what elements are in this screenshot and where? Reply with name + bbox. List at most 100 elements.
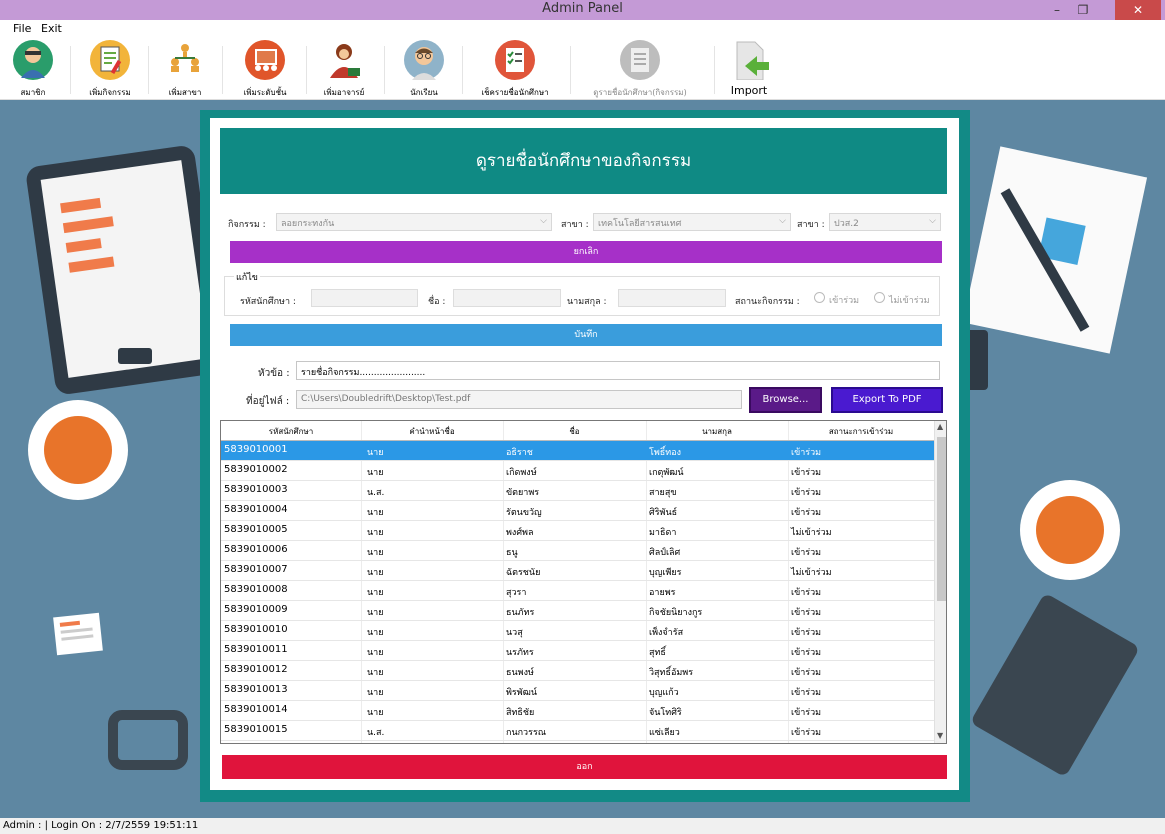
column-header-last-name[interactable]: นามสกุล [646,425,788,438]
branch-label: สาขา : [561,220,589,230]
cell-first-name: ธนพงษ์ [506,668,534,678]
student-id-label: รหัสนักศึกษา : [240,297,296,307]
table-scrollbar[interactable]: ▲ ▼ [934,421,946,743]
first-name-field[interactable] [453,289,561,307]
toolbar-label: ดูรายชื่อนักศึกษา(กิจกรรม) [593,88,687,97]
toolbar-separator [148,46,149,94]
table-row[interactable]: 5839010002 นาย เกิดพงษ์ เกตุพัฒน์ เข้าร่วม [221,461,934,481]
cell-prefix: น.ส. [367,728,385,738]
cell-last-name: อายพร [649,588,676,598]
activity-select[interactable]: ลอยกระทงกัน ⌵ [276,213,552,231]
radio-join[interactable] [814,292,825,303]
cell-last-name: เพ็งจำรัส [649,628,684,638]
cell-status: เข้าร่วม [791,448,822,458]
column-header-student-id[interactable]: รหัสนักศึกษา [221,425,361,438]
toolbar-add-activity-button[interactable]: เพิ่มกิจกรรม [82,40,138,98]
toolbar-label: เช็ครายชื่อนักศึกษา [481,88,549,97]
cell-first-name: อธิราช [506,448,533,458]
save-button[interactable]: บันทึก [230,324,942,346]
export-pdf-button[interactable]: Export To PDF [831,387,943,413]
cell-status: เข้าร่วม [791,588,822,598]
level-select[interactable]: ปวส.2 ⌵ [829,213,941,231]
cell-first-name: เกิดพงษ์ [506,468,537,478]
topic-input[interactable]: รายชื่อกิจกรรม....................... [296,361,940,380]
cell-student-id: 5839010006 [224,544,288,555]
toolbar-label: เพิ่มอาจารย์ [323,88,365,97]
toolbar-add-branch-button[interactable]: เพิ่มสาขา [160,40,210,98]
cell-prefix: นาย [367,468,384,478]
cell-last-name: มาธิดา [649,528,677,538]
cell-last-name: เกตุพัฒน์ [649,468,684,478]
last-name-field[interactable] [618,289,726,307]
cell-student-id: 5839010007 [224,564,288,575]
toolbar-check-names-button[interactable]: เช็ครายชื่อนักศึกษา [470,40,560,98]
note-decoration [53,612,103,656]
maximize-button[interactable]: ❐ [1070,0,1096,20]
cell-status: เข้าร่วม [791,708,822,718]
eraser-decoration [118,348,152,364]
browse-button[interactable]: Browse... [749,387,822,413]
cell-first-name: ขัตยาพร [506,488,540,498]
scroll-up-icon[interactable]: ▲ [937,422,943,431]
cell-prefix: น.ส. [367,488,385,498]
cell-status: เข้าร่วม [791,648,822,658]
table-row[interactable]: 5839010007 นาย ฉัตรชนัย บุญเพียร ไม่เข้าร่วม [221,561,934,581]
table-row[interactable]: 5839010013 นาย พิรพัฒน์ บุญแก้ว เข้าร่วม [221,681,934,701]
toolbar-label: เพิ่มกิจกรรม [89,88,131,97]
toolbar-add-teacher-button[interactable]: เพิ่มอาจารย์ [316,40,372,98]
table-row[interactable]: 5839010014 นาย สิทธิชัย จันโทศิริ เข้าร่วม [221,701,934,721]
cell-last-name: ศิริพันธ์ [649,508,678,518]
cell-status: เข้าร่วม [791,728,822,738]
cell-student-id: 5839010015 [224,724,288,735]
cell-prefix: นาย [367,668,384,678]
table-row[interactable]: 5839010011 นาย นรภัทร สุทธิ์ เข้าร่วม [221,641,934,661]
view-names-icon [620,40,660,80]
notebook-decoration [969,592,1141,778]
students-table[interactable]: รหัสนักศึกษา คำนำหน้าชื่อ ชื่อ นามสกุล ส… [220,420,947,744]
toolbar-add-level-button[interactable]: เพิ่มระดับชั้น [238,40,292,98]
exit-button[interactable]: ออก [222,755,947,779]
table-row[interactable]: 5839010006 นาย ธนู ศิลป์เลิศ เข้าร่วม [221,541,934,561]
branch-select[interactable]: เทคโนโลยีสารสนเทศ ⌵ [593,213,791,231]
status-bar: Admin : | Login On : 2/7/2559 19:51:11 [0,818,1165,834]
cell-status: ไม่เข้าร่วม [791,568,832,578]
menu-exit[interactable]: Exit [41,22,62,35]
radio-not-join[interactable] [874,292,885,303]
scroll-thumb[interactable] [937,437,946,601]
toolbar-view-names-button[interactable]: ดูรายชื่อนักศึกษา(กิจกรรม) [580,40,700,98]
table-row[interactable]: 5839010008 นาย สุวรา อายพร เข้าร่วม [221,581,934,601]
cell-last-name: สายสุข [649,488,677,498]
table-row[interactable]: 5839010005 นาย พงศ์พล มาธิดา ไม่เข้าร่วม [221,521,934,541]
check-names-icon [495,40,535,80]
table-row[interactable]: 5839010010 นาย นวสุ เพ็งจำรัส เข้าร่วม [221,621,934,641]
table-row[interactable]: 5839010009 นาย ธนภัทร กิจชัยนิยางกูร เข้าร่ว… [221,601,934,621]
close-button[interactable]: ✕ [1115,0,1161,20]
minimize-button[interactable]: – [1044,0,1070,20]
table-row[interactable]: 5839010001 นาย อธิราช โพธิ์ทอง เข้าร่วม [221,441,934,461]
table-row[interactable]: 5839010012 นาย ธนพงษ์ วิสุทธิ์อัมพร เข้าร่วม [221,661,934,681]
column-header-status[interactable]: สถานะการเข้าร่วม [788,425,934,438]
table-row[interactable]: 5839010004 นาย รัตนขวัญ ศิริพันธ์ เข้าร่วม [221,501,934,521]
column-header-first-name[interactable]: ชื่อ [503,425,646,438]
cell-status: ไม่เข้าร่วม [791,528,832,538]
student-id-field[interactable] [311,289,418,307]
toolbar-student-button[interactable]: นักเรียน [396,40,452,98]
menu-file[interactable]: File [13,22,31,35]
cancel-button[interactable]: ยกเลิก [230,241,942,263]
cell-last-name: กิจชัยนิยางกูร [649,608,703,618]
table-row[interactable]: 5839010015 น.ส. กนกวรรณ แซ่เลียว เข้าร่วม [221,721,934,741]
file-path-input[interactable]: C:\Users\Doubledrift\Desktop\Test.pdf [296,390,742,409]
table-row[interactable]: 5839010003 น.ส. ขัตยาพร สายสุข เข้าร่วม [221,481,934,501]
column-header-prefix[interactable]: คำนำหน้าชื่อ [361,425,503,438]
cell-last-name: วิสุทธิ์อัมพร [649,668,694,678]
toolbar-separator [70,46,71,94]
file-label: ที่อยู่ไฟล์ : [246,396,290,407]
toolbar-import-button[interactable]: Import [724,40,774,98]
add-branch-icon [165,40,205,80]
cell-last-name: บุญเพียร [649,568,682,578]
cell-student-id: 5839010008 [224,584,288,595]
cell-first-name: นวสุ [506,628,523,638]
toolbar-member-button[interactable]: สมาชิก [6,40,60,98]
import-icon [729,40,769,81]
scroll-down-icon[interactable]: ▼ [937,731,943,740]
